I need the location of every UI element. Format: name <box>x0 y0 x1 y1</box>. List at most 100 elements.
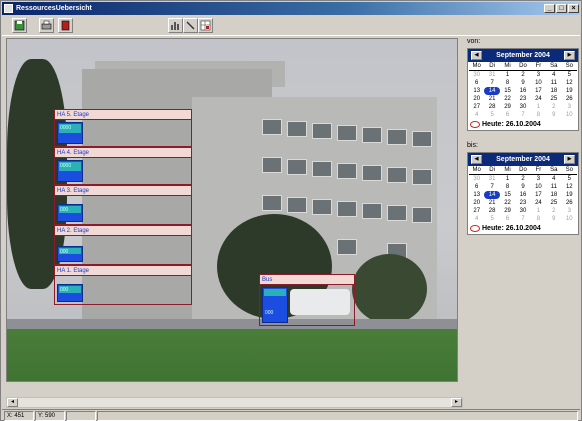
calendar-day[interactable]: 26 <box>562 95 577 103</box>
building-photo[interactable]: HA 5. Etage 0000 HA 4. Etage 0000 HA 3. … <box>6 38 458 382</box>
calendar-day[interactable]: 24 <box>531 95 546 103</box>
calendar-day[interactable]: 26 <box>562 199 577 207</box>
calendar-day[interactable]: 1 <box>531 103 546 111</box>
calendar-from[interactable]: ◀ September 2004 ▶ Mo Di Mi Do Fr Sa So 30 31 1 2 3… <box>467 48 579 131</box>
calendar-to[interactable]: ◀ September 2004 ▶ Mo Di Mi Do Fr Sa So 30 31 1 2 3… <box>467 152 579 235</box>
calendar-day[interactable]: 17 <box>531 191 546 199</box>
calendar-day[interactable]: 15 <box>500 87 515 95</box>
title-bar[interactable]: RessourcesUebersicht _ □ × <box>2 2 580 15</box>
calendar-day[interactable]: 23 <box>515 199 530 207</box>
floor-overlay-2[interactable]: HA 2. Etage 000 <box>54 225 192 265</box>
table-icon[interactable] <box>198 18 213 33</box>
calendar-day[interactable]: 10 <box>531 79 546 87</box>
calendar-day[interactable]: 20 <box>469 199 484 207</box>
calendar-day[interactable]: 16 <box>515 191 530 199</box>
calendar-day[interactable]: 10 <box>531 183 546 191</box>
calendar-day[interactable]: 8 <box>500 183 515 191</box>
prev-month-button[interactable]: ◀ <box>471 51 482 60</box>
calendar-day[interactable]: 30 <box>515 103 530 111</box>
calendar-day[interactable]: 15 <box>500 191 515 199</box>
floor-overlay-1[interactable]: HA 1. Etage 000 <box>54 265 192 305</box>
calendar-day[interactable]: 10 <box>562 215 577 223</box>
calendar-day[interactable]: 4 <box>546 175 561 183</box>
calendar-day[interactable]: 6 <box>500 215 515 223</box>
calendar-day[interactable]: 4 <box>469 215 484 223</box>
calendar-day[interactable]: 8 <box>531 111 546 119</box>
chart-icon[interactable] <box>168 18 183 33</box>
calendar-day[interactable]: 4 <box>546 71 561 79</box>
calendar-day[interactable]: 3 <box>531 71 546 79</box>
calendar-day[interactable]: 31 <box>484 175 499 183</box>
next-month-button[interactable]: ▶ <box>564 51 575 60</box>
calendar-day[interactable]: 27 <box>469 207 484 215</box>
floor-overlay-3[interactable]: HA 3. Etage 000 <box>54 185 192 225</box>
calendar-day[interactable]: 29 <box>500 207 515 215</box>
calendar-day[interactable]: 25 <box>546 199 561 207</box>
calendar-day[interactable]: 11 <box>546 183 561 191</box>
calendar-day[interactable]: 30 <box>469 71 484 79</box>
calendar-day[interactable]: 30 <box>469 175 484 183</box>
calendar-day[interactable]: 6 <box>469 79 484 87</box>
calendar-day[interactable]: 21 <box>484 199 499 207</box>
next-month-button[interactable]: ▶ <box>564 155 575 164</box>
calendar-day[interactable]: 8 <box>500 79 515 87</box>
close-button[interactable]: × <box>568 4 579 13</box>
calendar-day[interactable]: 3 <box>562 103 577 111</box>
calendar-day[interactable]: 19 <box>562 191 577 199</box>
calendar-day[interactable]: 5 <box>562 175 577 183</box>
calendar-day[interactable]: 12 <box>562 79 577 87</box>
calendar-day[interactable]: 14 <box>484 87 500 95</box>
calendar-day[interactable]: 22 <box>500 199 515 207</box>
calendar-day[interactable]: 30 <box>515 207 530 215</box>
print-icon[interactable] <box>39 18 54 33</box>
pen-icon[interactable] <box>183 18 198 33</box>
calendar-day[interactable]: 5 <box>484 111 499 119</box>
bus-overlay[interactable]: Bus 000 <box>259 274 355 326</box>
maximize-button[interactable]: □ <box>556 4 567 13</box>
calendar-day[interactable]: 7 <box>484 183 499 191</box>
calendar-day[interactable]: 13 <box>469 87 484 95</box>
calendar-day[interactable]: 8 <box>531 215 546 223</box>
calendar-day[interactable]: 2 <box>546 103 561 111</box>
calendar-day[interactable]: 4 <box>469 111 484 119</box>
calendar-day[interactable]: 9 <box>546 215 561 223</box>
prev-month-button[interactable]: ◀ <box>471 155 482 164</box>
scroll-left-arrow[interactable]: ◂ <box>7 398 18 407</box>
calendar-day[interactable]: 5 <box>484 215 499 223</box>
calendar-day[interactable]: 29 <box>500 103 515 111</box>
calendar-day[interactable]: 9 <box>515 79 530 87</box>
calendar-day[interactable]: 9 <box>546 111 561 119</box>
calendar-day[interactable]: 1 <box>531 207 546 215</box>
calendar-day[interactable]: 27 <box>469 103 484 111</box>
calendar-day[interactable]: 10 <box>562 111 577 119</box>
calendar-day[interactable]: 14 <box>484 191 500 199</box>
calendar-day[interactable]: 5 <box>562 71 577 79</box>
calendar-day[interactable]: 3 <box>562 207 577 215</box>
calendar-day[interactable]: 18 <box>546 191 561 199</box>
calendar-day[interactable]: 9 <box>515 183 530 191</box>
calendar-day[interactable]: 21 <box>484 95 499 103</box>
calendar-day[interactable]: 18 <box>546 87 561 95</box>
calendar-day[interactable]: 2 <box>515 71 530 79</box>
calendar-day[interactable]: 25 <box>546 95 561 103</box>
calendar-day[interactable]: 12 <box>562 183 577 191</box>
book-icon[interactable] <box>58 18 73 33</box>
save-icon[interactable] <box>12 18 27 33</box>
floor-overlay-4[interactable]: HA 4. Etage 0000 <box>54 147 192 185</box>
floor-overlay-5[interactable]: HA 5. Etage 0000 <box>54 109 192 147</box>
calendar-day[interactable]: 7 <box>484 79 499 87</box>
horizontal-scrollbar[interactable]: ◂ ▸ <box>6 397 463 408</box>
calendar-day[interactable]: 1 <box>500 175 515 183</box>
calendar-day[interactable]: 19 <box>562 87 577 95</box>
calendar-day[interactable]: 28 <box>484 103 499 111</box>
calendar-day[interactable]: 28 <box>484 207 499 215</box>
today-link[interactable]: Heute: 26.10.2004 <box>468 119 578 130</box>
calendar-day[interactable]: 20 <box>469 95 484 103</box>
calendar-day[interactable]: 7 <box>515 111 530 119</box>
calendar-day[interactable]: 17 <box>531 87 546 95</box>
today-link[interactable]: Heute: 26.10.2004 <box>468 223 578 234</box>
calendar-day[interactable]: 23 <box>515 95 530 103</box>
calendar-day[interactable]: 24 <box>531 199 546 207</box>
calendar-day[interactable]: 13 <box>469 191 484 199</box>
calendar-day[interactable]: 1 <box>500 71 515 79</box>
